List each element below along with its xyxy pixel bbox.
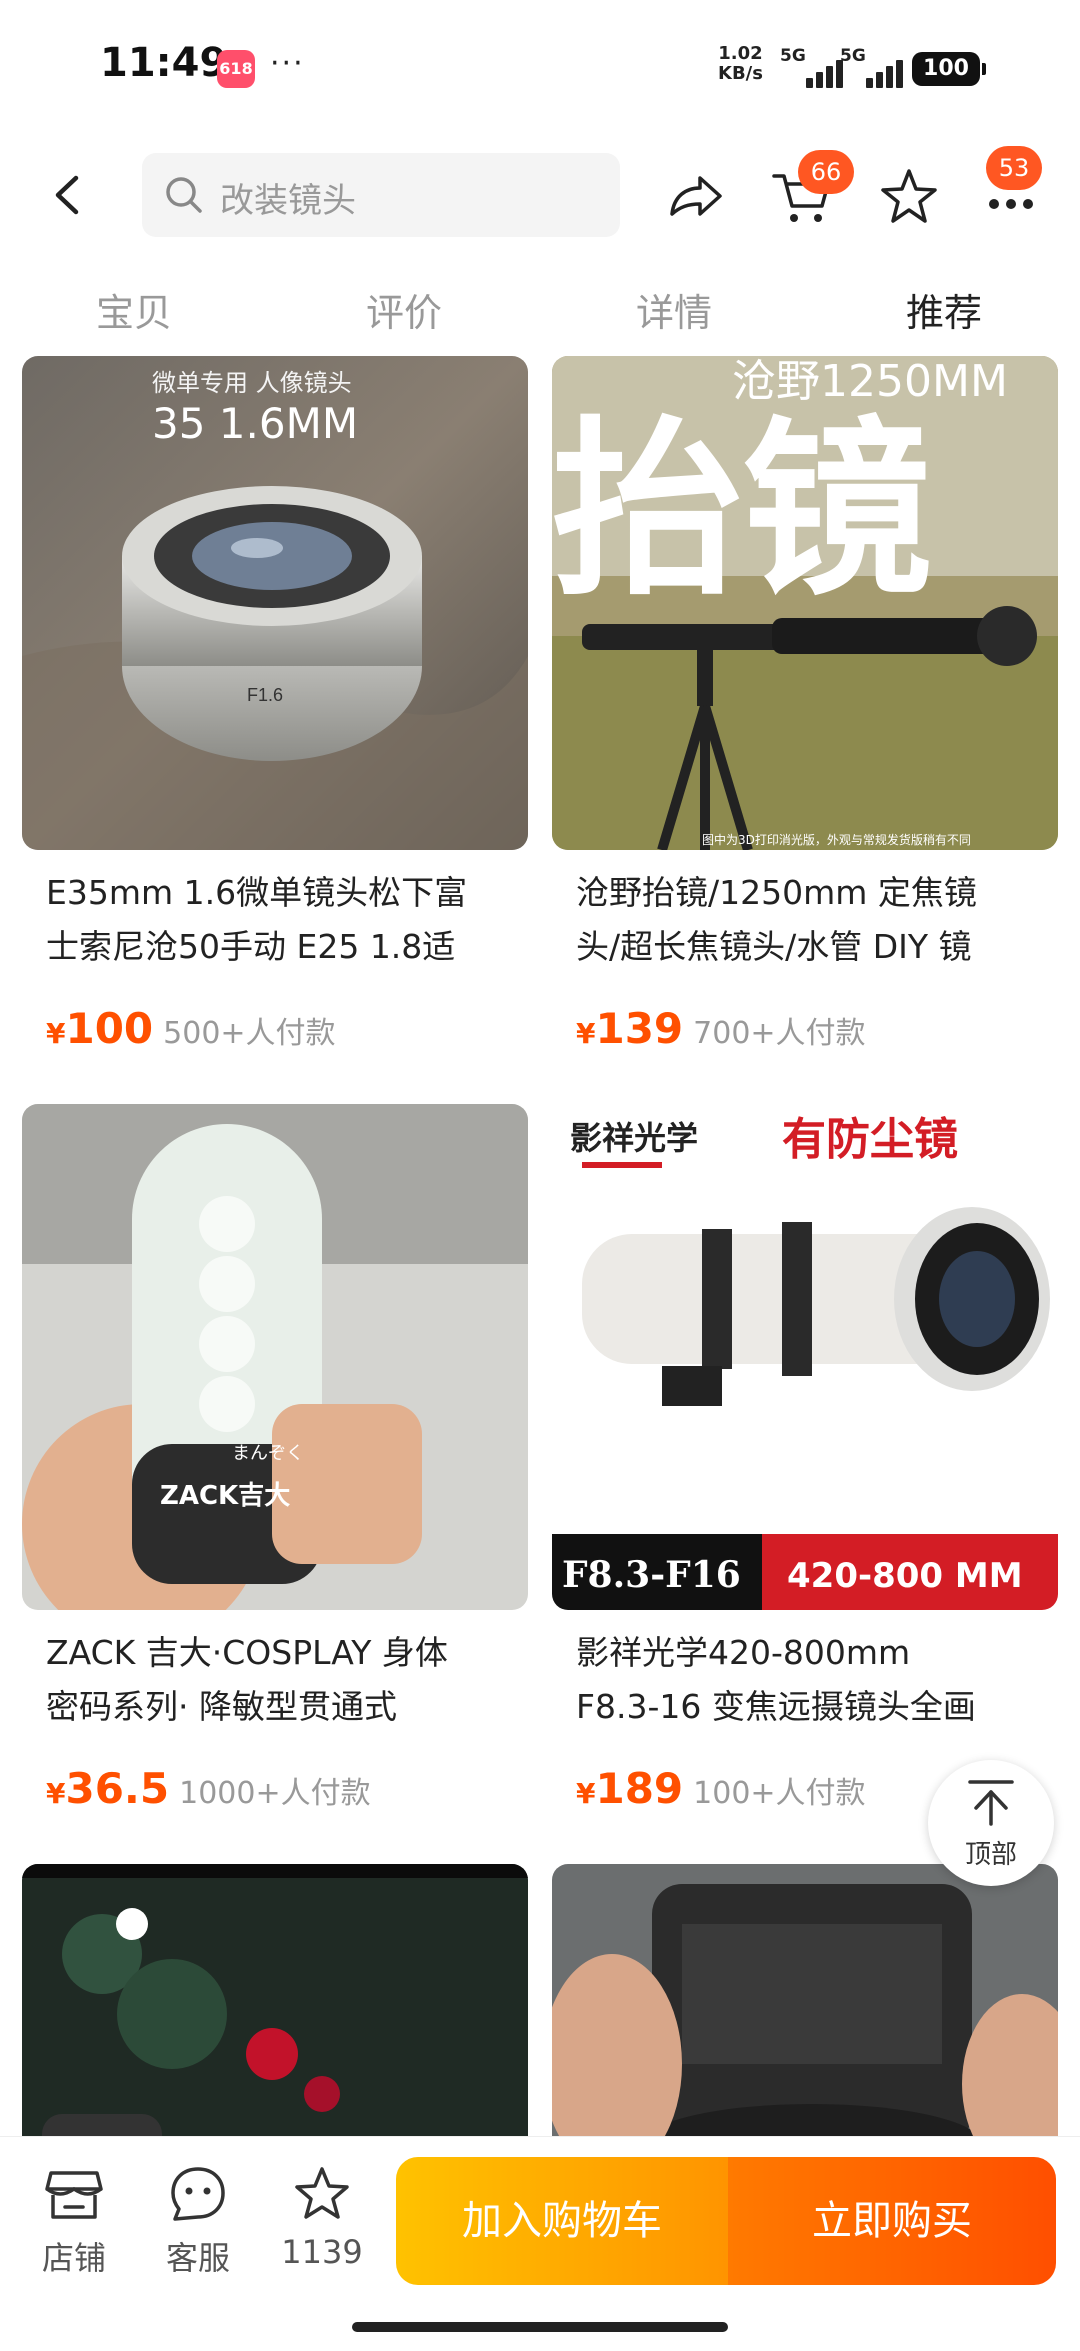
currency-symbol: ¥ [46, 1017, 66, 1050]
shop-button[interactable]: 店铺 [24, 2165, 124, 2279]
sold-count: 100+人付款 [693, 1776, 866, 1811]
image-big-text: 抬镜 [552, 400, 932, 621]
image-headline: 有防尘镜 [782, 1114, 958, 1165]
product-card[interactable] [22, 1864, 528, 2136]
product-card[interactable]: 沧野1250MM 抬镜 图中为3D打印消光版，外观与常规发货版稍有不同 沧野抬镜… [552, 356, 1058, 1076]
home-indicator[interactable] [352, 2322, 728, 2332]
price-value: 189 [595, 1764, 684, 1813]
network-speed-unit: KB/s [718, 63, 763, 84]
image-focal: 420-800 MM [787, 1556, 1023, 1596]
image-caption-line1: 微单专用 人像镜头 [152, 369, 352, 397]
customer-service-button[interactable]: 客服 [148, 2165, 248, 2279]
network-speed-value: 1.02 [718, 43, 763, 64]
add-to-cart-button[interactable]: 加入购物车 [396, 2157, 728, 2285]
product-image[interactable]: F1.6 微单专用 人像镜头 35 1.6MM [22, 356, 528, 850]
sold-count: 700+人付款 [693, 1016, 866, 1051]
cart-count-badge: 66 [798, 150, 854, 194]
product-image[interactable]: 沧野1250MM 抬镜 图中为3D打印消光版，外观与常规发货版稍有不同 [552, 356, 1058, 850]
sold-count: 1000+人付款 [179, 1776, 371, 1811]
currency-symbol: ¥ [576, 1777, 596, 1810]
product-image[interactable]: 影祥光学 有防尘镜 F8.3-F16 420-800 MM [552, 1104, 1058, 1610]
network-speed: 1.02 KB/s [718, 44, 763, 84]
product-title[interactable]: 影祥光学420-800mm F8.3-16 变焦远摄镜头全画 [576, 1626, 1046, 1734]
product-title[interactable]: E35mm 1.6微单镜头松下富 士索尼沧50手动 E25 1.8适 [46, 866, 516, 974]
chat-face-icon [171, 2167, 225, 2221]
favorite-count: 1139 [281, 2233, 363, 2271]
product-title[interactable]: 沧野抬镜/1250mm 定焦镜 头/超长焦镜头/水管 DIY 镜 [576, 866, 1046, 974]
back-arrow-icon[interactable] [44, 170, 94, 220]
image-caption-line2: 35 1.6MM [152, 399, 358, 448]
price-value: 139 [595, 1004, 684, 1053]
app-notification-icon: 618 [217, 50, 255, 88]
product-price: ¥36.5 1000+人付款 [46, 1764, 371, 1813]
tab-reviews[interactable]: 评价 [324, 282, 484, 337]
product-card[interactable] [552, 1864, 1058, 2136]
arrow-up-icon [968, 1780, 1014, 1826]
shop-label: 店铺 [41, 2239, 106, 2277]
back-to-top-button[interactable]: 顶部 [928, 1760, 1054, 1886]
star-favorite-icon[interactable] [878, 166, 940, 228]
tab-details[interactable]: 详情 [594, 282, 754, 337]
image-footnote: 图中为3D打印消光版，外观与常规发货版稍有不同 [702, 832, 971, 847]
buy-now-button[interactable]: 立即购买 [728, 2157, 1056, 2285]
more-notifications-icon: ··· [270, 46, 305, 81]
product-tabs: 宝贝 评价 详情 推荐 [0, 262, 1080, 354]
top-nav: 改装镜头 66 53 [0, 140, 1080, 250]
sold-count: 500+人付款 [163, 1016, 336, 1051]
price-value: 36.5 [65, 1764, 170, 1813]
status-bar: 11:49 618 ··· 1.02 KB/s 5G 5G 100 [0, 0, 1080, 140]
product-price: ¥189 100+人付款 [576, 1764, 866, 1813]
product-price: ¥139 700+人付款 [576, 1004, 866, 1053]
image-sticker: まんぞく [232, 1443, 304, 1464]
product-image[interactable] [22, 1864, 528, 2136]
search-icon [166, 177, 202, 213]
battery-icon: 100 [912, 52, 986, 86]
customer-service-label: 客服 [165, 2239, 230, 2277]
share-icon[interactable] [664, 166, 726, 228]
product-price: ¥100 500+人付款 [46, 1004, 336, 1053]
bottom-action-bar: 店铺 客服 1139 加入购物车 立即购买 [0, 2136, 1080, 2351]
product-title[interactable]: ZACK 吉大·COSPLAY 身体 密码系列· 降敏型贯通式 [46, 1626, 516, 1734]
currency-symbol: ¥ [576, 1017, 596, 1050]
sim2-label: 5G [840, 46, 866, 66]
back-to-top-label: 顶部 [964, 1840, 1017, 1870]
product-card[interactable]: ZACK吉大 まんぞく ZACK 吉大·COSPLAY 身体 密码系列· 降敏型… [22, 1104, 528, 1844]
image-brand: ZACK吉大 [160, 1481, 290, 1511]
star-icon [295, 2167, 349, 2219]
status-time: 11:49 [100, 40, 228, 86]
signal-icon-sim2: 5G [840, 46, 910, 88]
image-aperture: F8.3-F16 [562, 1554, 741, 1596]
recommend-grid: F1.6 微单专用 人像镜头 35 1.6MM E35mm 1.6微单镜头松下富… [0, 356, 1080, 2136]
favorite-button[interactable]: 1139 [272, 2165, 372, 2271]
image-brand: 影祥光学 [570, 1119, 698, 1157]
sim1-label: 5G [780, 46, 806, 66]
tab-recommend[interactable]: 推荐 [864, 282, 1024, 337]
lens-marking: F1.6 [247, 685, 283, 705]
search-input[interactable]: 改装镜头 [142, 153, 620, 237]
product-image[interactable] [552, 1864, 1058, 2136]
price-value: 100 [65, 1004, 154, 1053]
product-card[interactable]: 影祥光学 有防尘镜 F8.3-F16 420-800 MM 影祥光学420-80… [552, 1104, 1058, 1844]
tab-item[interactable]: 宝贝 [54, 282, 214, 337]
search-placeholder: 改装镜头 [220, 181, 356, 221]
product-image[interactable]: ZACK吉大 まんぞく [22, 1104, 528, 1610]
currency-symbol: ¥ [46, 1777, 66, 1810]
product-card[interactable]: F1.6 微单专用 人像镜头 35 1.6MM E35mm 1.6微单镜头松下富… [22, 356, 528, 1076]
store-icon [45, 2171, 103, 2219]
message-count-badge: 53 [986, 146, 1042, 190]
